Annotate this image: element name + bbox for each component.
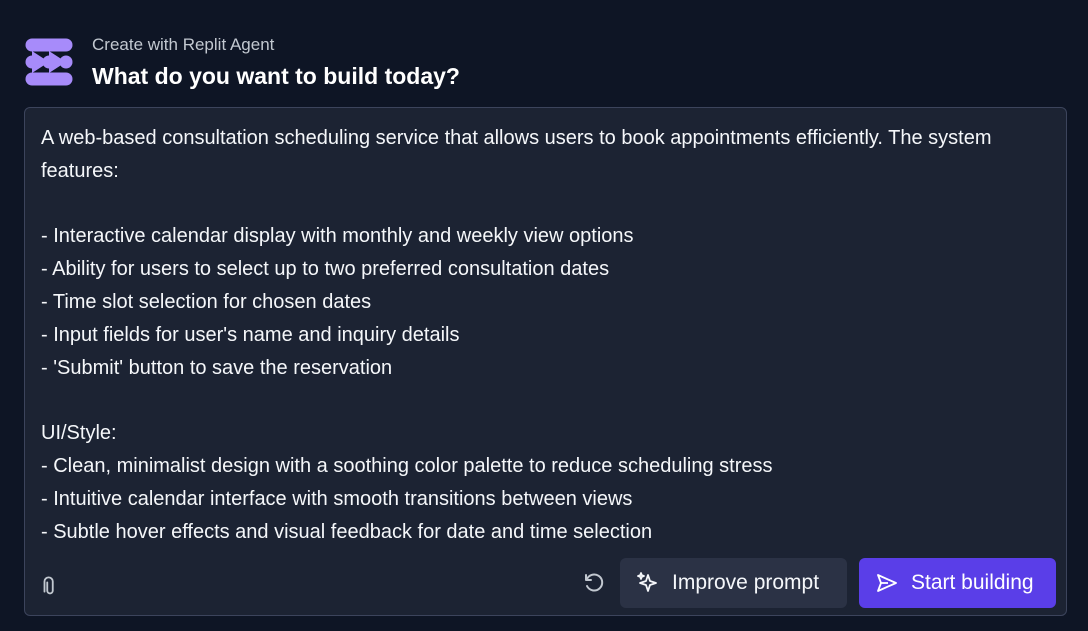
sparkle-icon [637,572,657,592]
prompt-input[interactable]: A web-based consultation scheduling serv… [41,122,1041,542]
send-icon [877,574,897,592]
improve-prompt-button[interactable]: Improve prompt [620,558,847,608]
prompt-panel: A web-based consultation scheduling serv… [24,107,1067,616]
start-building-label: Start building [911,571,1034,594]
paperclip-icon[interactable] [39,576,61,598]
page-title: What do you want to build today? [92,63,460,89]
header: Create with Replit Agent What do you wan… [24,34,460,91]
replit-agent-logo-icon [25,38,73,86]
header-subtitle: Create with Replit Agent [92,35,275,54]
undo-icon [585,573,604,592]
start-building-button[interactable]: Start building [859,558,1056,608]
undo-button[interactable] [576,565,612,601]
prompt-actions: Improve prompt Start building [576,558,1056,608]
improve-prompt-label: Improve prompt [672,571,820,594]
